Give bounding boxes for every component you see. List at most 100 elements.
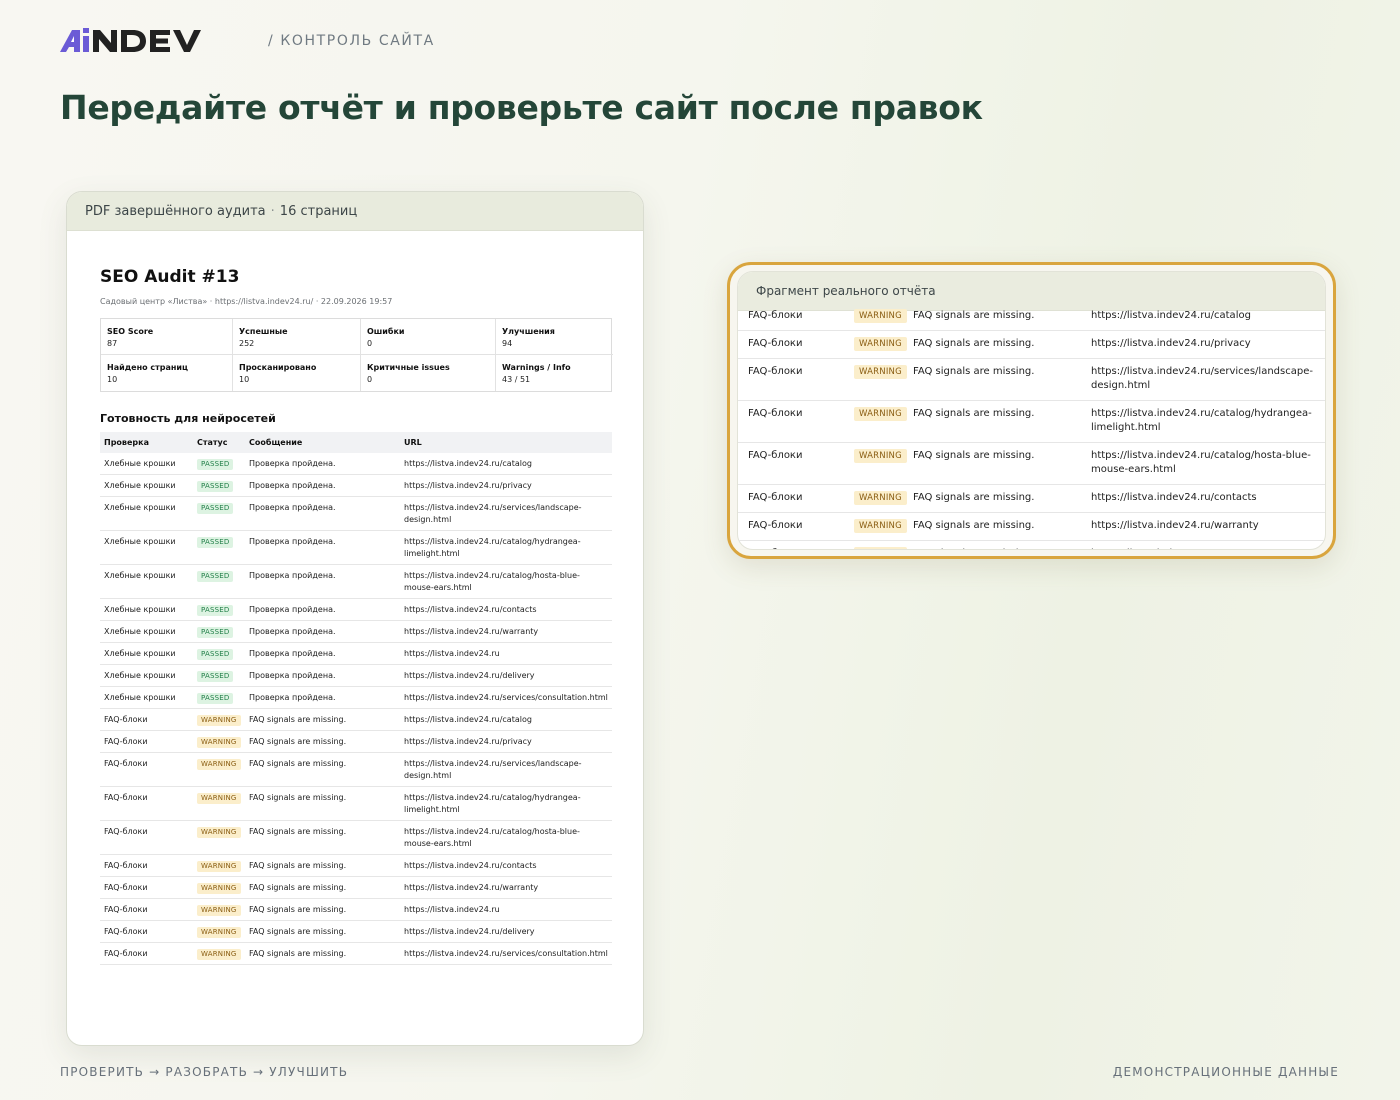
cell-status: WARNING — [193, 920, 245, 943]
status-badge: PASSED — [197, 693, 234, 704]
cell-status: WARNING — [844, 484, 907, 513]
cell-url: https://listva.indev24.ru/warranty — [400, 876, 612, 899]
metric-cell: Улучшения 94 — [496, 319, 613, 355]
cell-status: PASSED — [193, 664, 245, 687]
cell-status: WARNING — [844, 330, 907, 359]
pdf-report-card[interactable]: PDF завершённого аудита · 16 страниц SEO… — [66, 191, 644, 1046]
status-badge: WARNING — [854, 365, 907, 379]
cell-status: PASSED — [193, 530, 245, 565]
cell-url: https://listva.indev24.ru/catalog/hosta-… — [400, 820, 612, 855]
cell-url: https://listva.indev24.ru/contacts — [1081, 484, 1325, 513]
status-badge: WARNING — [197, 905, 241, 916]
cell-check: Хлебные крошки — [100, 530, 193, 565]
cell-check: FAQ-блоки — [100, 730, 193, 753]
metric-label: Улучшения — [502, 327, 555, 336]
cell-message: FAQ signals are missing. — [903, 442, 1081, 485]
report-title: SEO Audit #13 — [100, 267, 240, 287]
cell-check: FAQ-блоки — [738, 512, 844, 541]
cell-url: https://listva.indev24.ru/delivery — [400, 920, 612, 943]
audit-table: Проверка Статус Сообщение URL Хлебные кр… — [100, 432, 612, 965]
cell-check: FAQ-блоки — [738, 540, 844, 549]
cell-status: WARNING — [193, 820, 245, 855]
cell-check: Хлебные крошки — [100, 453, 193, 475]
table-row: FAQ-блокиWARNINGFAQ signals are missing.… — [100, 786, 612, 821]
cell-message: FAQ signals are missing. — [245, 730, 400, 753]
table-row: FAQ-блокиWARNINGFAQ signals are missing.… — [738, 442, 1325, 485]
section-title: Готовность для нейросетей — [100, 412, 276, 425]
cell-check: FAQ-блоки — [738, 400, 844, 443]
cell-url: https://listva.indev24.ru/services/consu… — [400, 942, 612, 965]
cell-message: Проверка пройдена. — [245, 453, 400, 475]
pdf-card-pages: 16 страниц — [279, 203, 358, 219]
metric-cell: Критичные issues 0 — [361, 355, 496, 391]
status-badge: WARNING — [197, 737, 241, 748]
cell-url: https://listva.indev24.ru/catalog/hydran… — [400, 786, 612, 821]
table-row: Хлебные крошки PASSED Проверка пройдена. ht… — [100, 453, 612, 475]
cell-url: https://listva.indev24.ru/catalog — [400, 708, 612, 731]
table-row: FAQ-блокиWARNINGFAQ signals are missing.… — [100, 854, 612, 877]
table-row: FAQ-блокиWARNINGFAQ signals are missing.… — [100, 708, 612, 731]
status-badge: PASSED — [197, 649, 234, 660]
status-badge: PASSED — [197, 627, 234, 638]
status-badge: WARNING — [197, 861, 241, 872]
status-badge: WARNING — [197, 927, 241, 938]
table-row: Хлебные крошки PASSED Проверка пройдена. ht… — [100, 564, 612, 599]
cell-url: https://listva.indev24.ru/services/consu… — [400, 686, 612, 709]
cell-message: FAQ signals are missing. — [245, 942, 400, 965]
table-row: Хлебные крошки PASSED Проверка пройдена. ht… — [100, 598, 612, 621]
cell-url: https://listva.indev24.ru/contacts — [400, 598, 612, 621]
brand-logo[interactable] — [60, 26, 240, 56]
metric-value: 10 — [107, 375, 118, 384]
cell-message: FAQ signals are missing. — [245, 786, 400, 821]
cell-status: WARNING — [844, 512, 907, 541]
metric-cell: SEO Score 87 — [101, 319, 233, 355]
status-badge: WARNING — [197, 827, 241, 838]
status-badge: WARNING — [854, 407, 907, 421]
report-document: SEO Audit #13 Садовый центр «Листва» · h… — [100, 267, 613, 965]
cell-url: https://listva.indev24.ru/catalog/hosta-… — [400, 564, 612, 599]
cell-status: PASSED — [193, 474, 245, 497]
metric-value: 43 / 51 — [502, 375, 531, 384]
report-fragment-highlight[interactable]: Фрагмент реального отчёта FAQ-блоки WARNI… — [727, 262, 1336, 559]
table-row: FAQ-блокиWARNINGFAQ signals are missing.… — [100, 920, 612, 943]
cell-check: Хлебные крошки — [100, 642, 193, 665]
status-badge: PASSED — [197, 671, 234, 682]
fragment-table-wrap: FAQ-блоки WARNING FAQ signals are missing.… — [738, 303, 1325, 549]
table-row: Хлебные крошки PASSED Проверка пройдена. ht… — [100, 496, 612, 531]
cell-message: Проверка пройдена. — [245, 598, 400, 621]
metric-value: 252 — [239, 339, 255, 348]
cell-status: WARNING — [844, 540, 907, 549]
table-row: FAQ-блокиWARNINGFAQ signals are missing.… — [100, 876, 612, 899]
cell-check: FAQ-блоки — [100, 752, 193, 787]
cell-status: WARNING — [844, 303, 907, 331]
table-row: FAQ-блокиWARNINGFAQ signals are missing.… — [738, 330, 1325, 359]
cell-check: FAQ-блоки — [100, 786, 193, 821]
column-header-url: URL — [400, 432, 612, 453]
metric-label: Успешные — [239, 327, 288, 336]
status-badge: WARNING — [197, 883, 241, 894]
cell-url: https://listva.indev24.ru/privacy — [400, 730, 612, 753]
cell-check: FAQ-блоки — [738, 303, 844, 331]
cell-check: FAQ-блоки — [738, 358, 844, 401]
cell-check: Хлебные крошки — [100, 664, 193, 687]
metric-label: SEO Score — [107, 327, 154, 336]
cell-message: Проверка пройдена. — [245, 496, 400, 531]
table-row: FAQ-блокиWARNINGFAQ signals are missing.… — [100, 942, 612, 965]
status-badge: WARNING — [854, 491, 907, 505]
cell-url: https://listva.indev24.ru/catalog — [400, 453, 612, 475]
cell-check: Хлебные крошки — [100, 564, 193, 599]
cell-check: FAQ-блоки — [100, 920, 193, 943]
cell-message: FAQ signals are missing. — [903, 303, 1081, 331]
cell-status: WARNING — [193, 898, 245, 921]
cell-message: FAQ signals are missing. — [903, 358, 1081, 401]
table-row: FAQ-блокиWARNINGFAQ signals are missing.… — [738, 303, 1325, 331]
aindev-logo-icon — [60, 28, 201, 52]
cell-check: FAQ-блоки — [100, 854, 193, 877]
metric-label: Просканировано — [239, 363, 317, 372]
fragment-card: Фрагмент реального отчёта FAQ-блоки WARNI… — [737, 271, 1326, 550]
cell-message: FAQ signals are missing. — [245, 752, 400, 787]
cell-status: PASSED — [193, 598, 245, 621]
cell-message: FAQ signals are missing. — [245, 820, 400, 855]
status-badge: PASSED — [197, 571, 234, 582]
status-badge: PASSED — [197, 503, 234, 514]
